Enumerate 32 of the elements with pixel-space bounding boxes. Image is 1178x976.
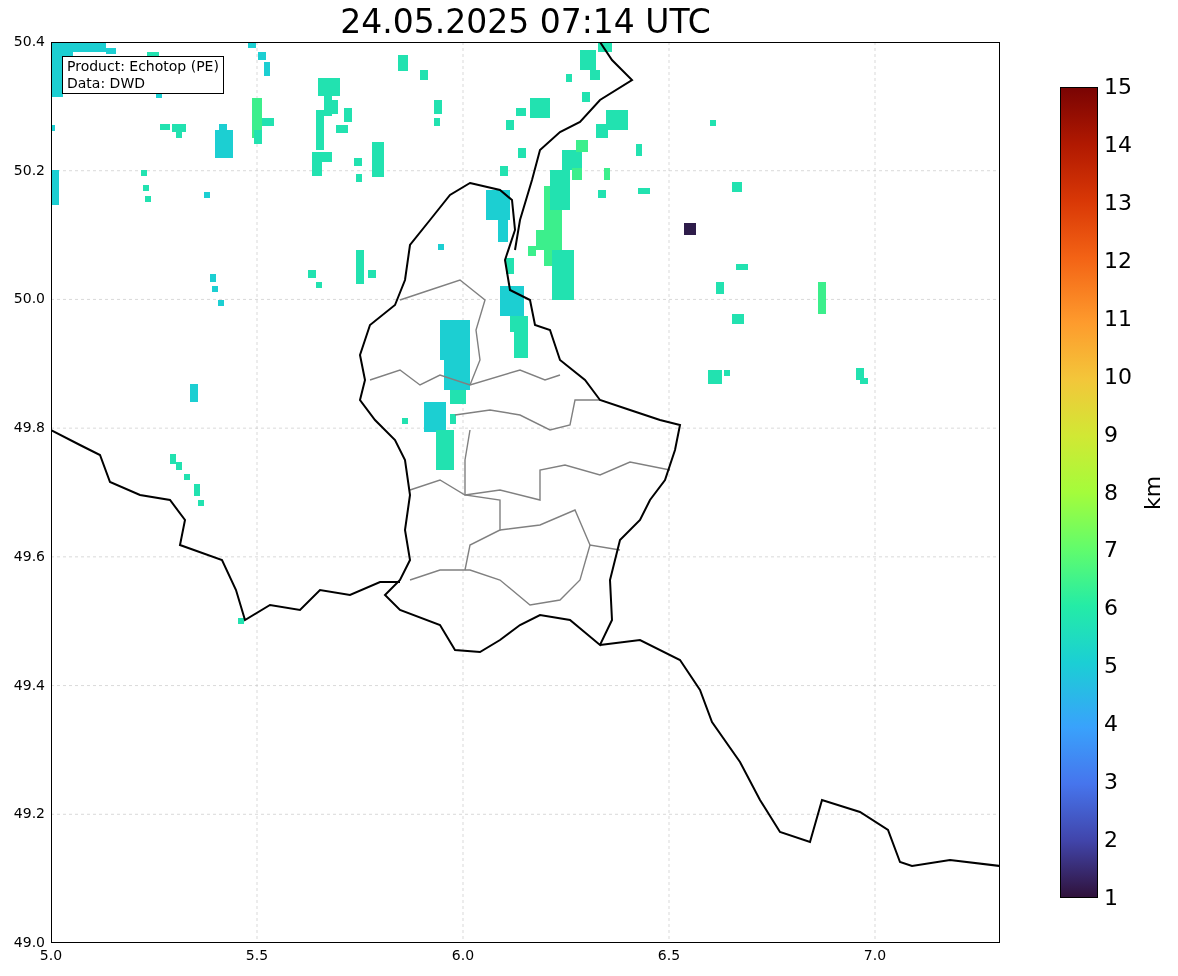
info-text: Product: Echotop (PE) xyxy=(67,58,219,75)
x-tick-label: 7.0 xyxy=(863,948,887,962)
chart-title: 24.05.2025 07:14 UTC xyxy=(340,4,711,38)
colorbar-tick-label: 1 xyxy=(1104,887,1118,909)
x-tick-label: 6.5 xyxy=(657,948,681,962)
colorbar-tick-label: 4 xyxy=(1104,713,1118,736)
x-tick-label: 5.0 xyxy=(39,948,63,962)
colorbar-tick-label: 13 xyxy=(1104,191,1132,214)
y-tick-label: 49.4 xyxy=(13,677,45,692)
colorbar-tick-label: 2 xyxy=(1104,829,1118,852)
colorbar-tick-label: 3 xyxy=(1104,771,1118,794)
colorbar-tick-label: 7 xyxy=(1104,539,1118,562)
y-tick-label: 50.4 xyxy=(13,34,45,48)
colorbar-tick-label: 10 xyxy=(1104,365,1132,388)
y-tick-label: 49.6 xyxy=(13,548,45,563)
y-tick-label: 49.8 xyxy=(13,420,45,435)
colorbar-tick-label: 12 xyxy=(1104,249,1132,272)
y-tick-label: 49.2 xyxy=(13,806,45,821)
colorbar-tick-label: 11 xyxy=(1104,307,1132,330)
info-text: Data: DWD xyxy=(67,75,146,92)
x-tick-label: 5.5 xyxy=(245,948,269,962)
colorbar-tick-label: 6 xyxy=(1104,597,1118,620)
colorbar-tick-label: 8 xyxy=(1104,481,1118,504)
y-tick-label: 49.0 xyxy=(13,935,45,949)
y-tick-label: 50.2 xyxy=(13,162,45,177)
colorbar-tick-label: 9 xyxy=(1104,423,1118,446)
x-tick-label: 6.0 xyxy=(451,948,475,962)
colorbar-tick-label: 5 xyxy=(1104,655,1118,678)
colorbar-tick-label: 15 xyxy=(1104,76,1132,98)
colorbar-label: km xyxy=(1142,475,1164,510)
colorbar-tick-label: 14 xyxy=(1104,133,1132,156)
y-tick-label: 50.0 xyxy=(13,291,45,306)
